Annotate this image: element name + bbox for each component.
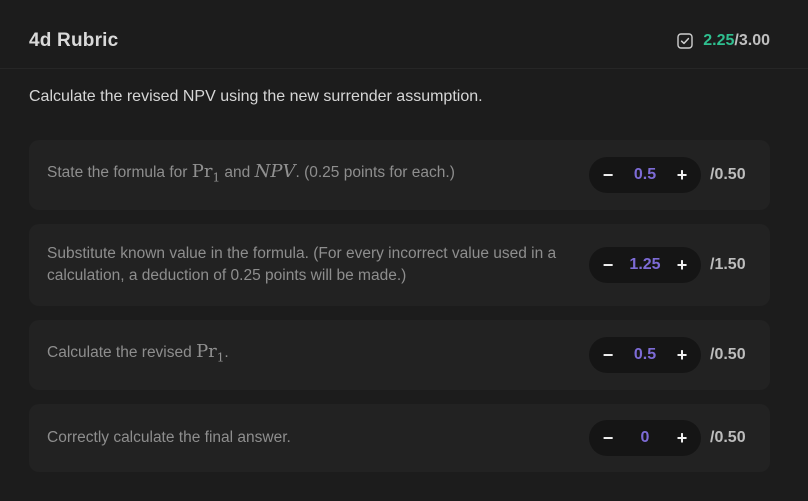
score-controls: − 0.5 + /0.50 xyxy=(589,337,752,373)
score-earned: 2.25 xyxy=(703,32,735,49)
decrement-button[interactable]: − xyxy=(599,428,617,448)
criterion-row: State the formula for Pr1 and NPV. (0.25… xyxy=(29,140,770,210)
math-symbol: Pr xyxy=(191,161,213,183)
criterion-text-part: State the formula for xyxy=(47,164,192,182)
criteria-list: State the formula for Pr1 and NPV. (0.25… xyxy=(29,140,770,486)
score-value[interactable]: 0.5 xyxy=(634,166,656,184)
max-score: /1.50 xyxy=(710,256,746,273)
criterion-text-part: . (0.25 points for each.) xyxy=(295,164,455,182)
increment-button[interactable]: + xyxy=(673,255,691,275)
score-value[interactable]: 0.5 xyxy=(634,346,656,364)
checkbox-check-icon xyxy=(677,33,693,49)
criterion-text-part: . xyxy=(224,344,229,362)
score-stepper: − 1.25 + xyxy=(589,247,701,283)
score-summary: 2.25/3.00 xyxy=(677,32,770,50)
math-pr1: Pr1 xyxy=(191,161,221,185)
score-total: 3.00 xyxy=(738,32,770,49)
math-npv: NPV xyxy=(255,161,296,182)
score-stepper: − 0 + xyxy=(589,420,701,456)
max-score: /0.50 xyxy=(710,429,746,446)
criterion-row: Calculate the revised Pr1. − 0.5 + /0.50 xyxy=(29,320,770,390)
criterion-text-part: Calculate the revised xyxy=(47,344,197,362)
criterion-text: Substitute known value in the formula. (… xyxy=(47,245,557,284)
increment-button[interactable]: + xyxy=(673,345,691,365)
rubric-title: 4d Rubric xyxy=(29,30,119,51)
rubric-panel: 4d Rubric 2.25/3.00 Calculate the revise… xyxy=(0,0,808,501)
score-value[interactable]: 0 xyxy=(641,429,650,447)
question-text: Calculate the revised NPV using the new … xyxy=(29,88,483,105)
math-symbol: NPV xyxy=(254,161,296,183)
score-controls: − 0.5 + /0.50 xyxy=(589,157,752,193)
criterion-row: Substitute known value in the formula. (… xyxy=(29,224,770,306)
criterion-text: Calculate the revised Pr1. xyxy=(47,341,229,369)
decrement-button[interactable]: − xyxy=(599,255,617,275)
math-symbol: Pr xyxy=(196,341,217,363)
max-score: /0.50 xyxy=(710,166,746,183)
decrement-button[interactable]: − xyxy=(599,165,617,185)
max-score: /0.50 xyxy=(710,346,746,363)
score-controls: − 1.25 + /1.50 xyxy=(589,247,752,283)
increment-button[interactable]: + xyxy=(673,165,691,185)
score-value[interactable]: 1.25 xyxy=(629,256,660,274)
criterion-text: Correctly calculate the final answer. xyxy=(47,429,291,446)
increment-button[interactable]: + xyxy=(673,428,691,448)
score-controls: − 0 + /0.50 xyxy=(589,420,752,456)
criterion-text-part: and xyxy=(220,164,255,182)
score-stepper: − 0.5 + xyxy=(589,157,701,193)
criterion-row: Correctly calculate the final answer. − … xyxy=(29,404,770,472)
math-subscript: 1 xyxy=(212,170,221,185)
rubric-header: 4d Rubric 2.25/3.00 xyxy=(29,26,770,56)
score-stepper: − 0.5 + xyxy=(589,337,701,373)
math-pr1: Pr1 xyxy=(196,341,224,365)
decrement-button[interactable]: − xyxy=(599,345,617,365)
header-divider xyxy=(0,68,808,69)
criterion-text: State the formula for Pr1 and NPV. (0.25… xyxy=(47,161,455,189)
